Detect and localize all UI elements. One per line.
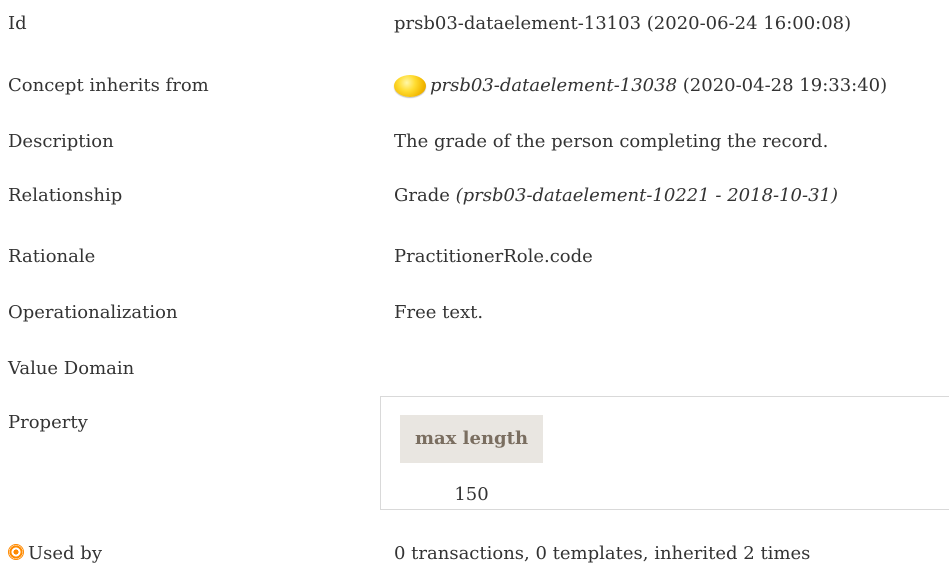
used-by-label: Used by — [28, 543, 102, 564]
row-concept-inherits: Concept inherits from prsb03-dataelement… — [0, 62, 949, 97]
row-rationale: Rationale PractitionerRole.code — [0, 235, 949, 267]
rationale-value: PractitionerRole.code — [394, 246, 593, 267]
id-value: prsb03-dataelement-13103 (2020-06-24 16:… — [394, 13, 852, 34]
target-icon — [8, 544, 24, 560]
row-value-domain: Value Domain — [0, 347, 949, 379]
yellow-status-dot-icon — [394, 75, 426, 97]
relationship-name: Grade — [394, 185, 456, 206]
inherits-value: prsb03-dataelement-13038 (2020-04-28 19:… — [394, 74, 887, 98]
row-used-by: Used by 0 transactions, 0 templates, inh… — [0, 530, 949, 564]
value-domain-label: Value Domain — [8, 358, 135, 379]
inherits-date: (2020-04-28 19:33:40) — [677, 75, 888, 96]
inherits-ref-link[interactable]: prsb03-dataelement-13038 — [430, 75, 677, 96]
relationship-value: Grade (prsb03-dataelement-10221 - 2018-1… — [394, 184, 838, 208]
row-id: Id prsb03-dataelement-13103 (2020-06-24 … — [0, 0, 949, 34]
rationale-label: Rationale — [8, 246, 96, 267]
used-by-value: 0 transactions, 0 templates, inherited 2… — [394, 543, 811, 564]
row-description: Description The grade of the person comp… — [0, 120, 949, 152]
description-value: The grade of the person completing the r… — [394, 131, 829, 152]
max-length-header: max length — [400, 415, 543, 463]
max-length-value: 150 — [454, 484, 489, 505]
row-operationalization: Operationalization Free text. — [0, 291, 949, 323]
operationalization-value: Free text. — [394, 302, 484, 323]
operationalization-label: Operationalization — [8, 302, 178, 323]
used-by-label-group[interactable]: Used by — [8, 542, 102, 566]
row-relationship: Relationship Grade (prsb03-dataelement-1… — [0, 176, 949, 206]
inherits-label: Concept inherits from — [8, 75, 209, 96]
relationship-ref-link[interactable]: (prsb03-dataelement-10221 - 2018-10-31) — [456, 185, 838, 206]
relationship-label: Relationship — [8, 185, 123, 206]
property-table: max length 150 — [380, 396, 949, 510]
description-label: Description — [8, 131, 114, 152]
property-label: Property — [8, 412, 88, 433]
id-label: Id — [8, 13, 27, 34]
